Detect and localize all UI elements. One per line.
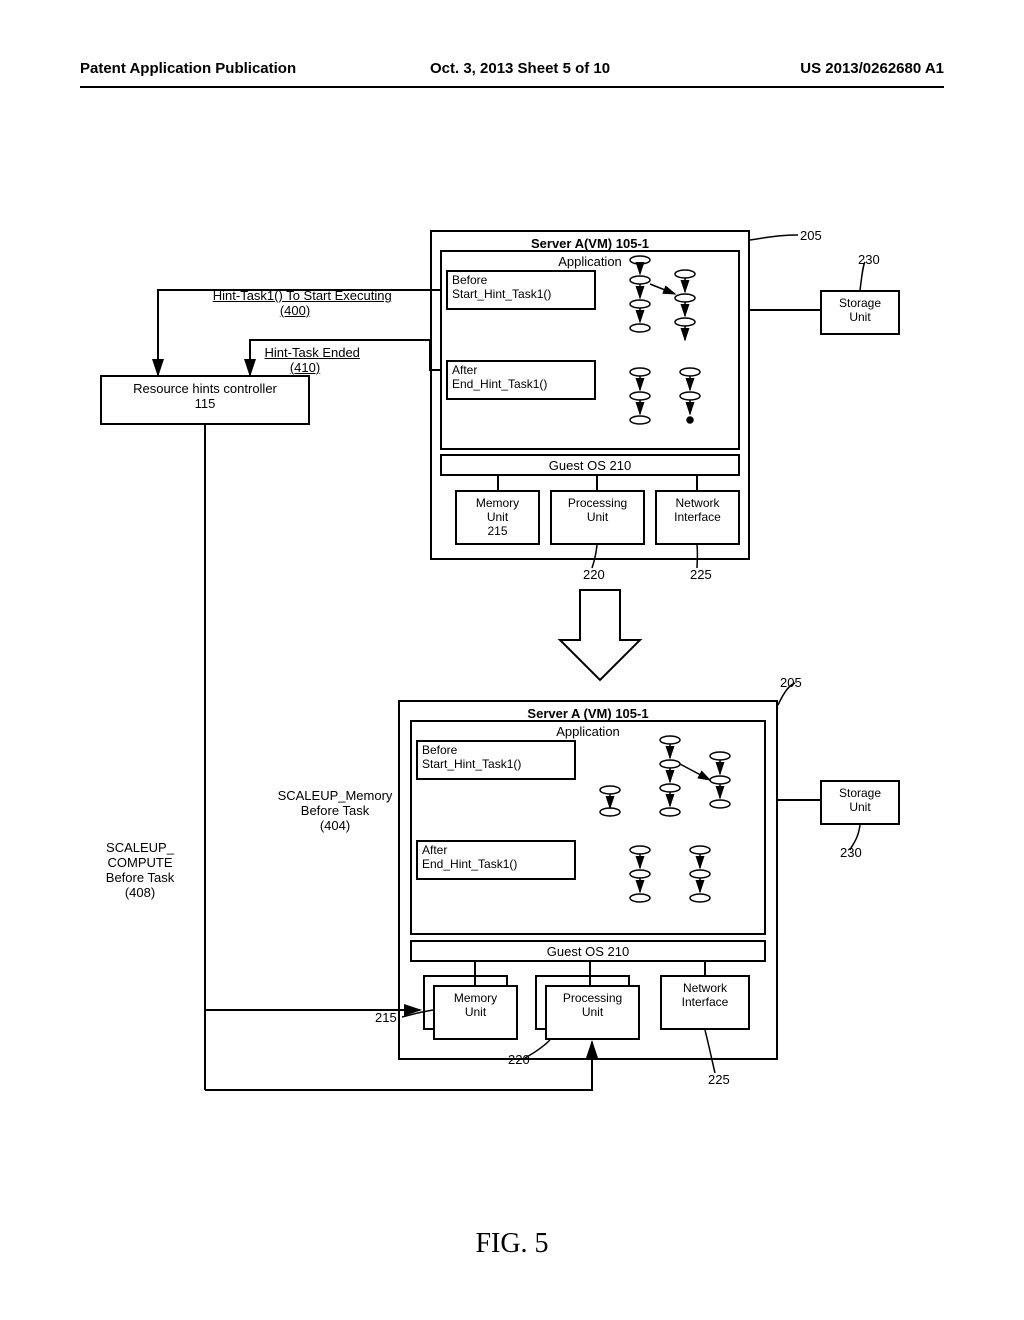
scaleup-compute-label: SCALEUP_ COMPUTE Before Task (408)	[80, 840, 200, 900]
storage-unit-bottom: Storage Unit	[820, 780, 900, 825]
hint-start-text: Hint-Task1() To Start Executing (400)	[213, 288, 392, 318]
network-if-top: Network Interface	[655, 490, 740, 545]
before-hint-bottom-text: Before Start_Hint_Task1()	[422, 743, 521, 771]
server-a-bottom-title: Server A (VM) 105-1	[400, 706, 776, 721]
guest-os-top: Guest OS 210	[440, 454, 740, 476]
hint-end-label: Hint-Task Ended (410)	[225, 330, 385, 390]
header-mid: Oct. 3, 2013 Sheet 5 of 10	[430, 60, 610, 77]
scaleup-memory-label: SCALEUP_Memory Before Task (404)	[265, 788, 405, 833]
before-hint-top-text: Before Start_Hint_Task1()	[452, 273, 551, 301]
processing-unit-top: Processing Unit	[550, 490, 645, 545]
memory-unit-top: Memory Unit 215	[455, 490, 540, 545]
ref-230-bottom: 230	[840, 845, 862, 860]
ref-225-top: 225	[690, 567, 712, 582]
header-rule	[80, 86, 944, 88]
figure-caption: FIG. 5	[80, 1228, 944, 1260]
after-hint-bottom-text: After End_Hint_Task1()	[422, 843, 517, 871]
ref-220-top: 220	[583, 567, 605, 582]
header-left: Patent Application Publication	[80, 60, 296, 77]
guest-os-bottom: Guest OS 210	[410, 940, 766, 962]
ref-205-bottom: 205	[780, 675, 802, 690]
ref-225-bottom: 225	[708, 1072, 730, 1087]
ref-220-bottom: 220	[508, 1052, 530, 1067]
ref-230-top: 230	[858, 252, 880, 267]
ref-215-bottom: 215	[375, 1010, 397, 1025]
network-if-bottom: Network Interface	[660, 975, 750, 1030]
ref-205-top: 205	[800, 228, 822, 243]
application-bottom-label: Application	[412, 724, 764, 739]
processing-unit-bottom: Processing Unit	[545, 985, 640, 1040]
after-hint-top-text: After End_Hint_Task1()	[452, 363, 547, 391]
header-right: US 2013/0262680 A1	[800, 60, 944, 77]
hint-end-text: Hint-Task Ended (410)	[265, 345, 360, 375]
storage-unit-top: Storage Unit	[820, 290, 900, 335]
hint-start-label: Hint-Task1() To Start Executing (400)	[180, 273, 410, 333]
server-a-top-title: Server A(VM) 105-1	[432, 236, 748, 251]
application-top-label: Application	[442, 254, 738, 269]
memory-unit-bottom: Memory Unit	[433, 985, 518, 1040]
